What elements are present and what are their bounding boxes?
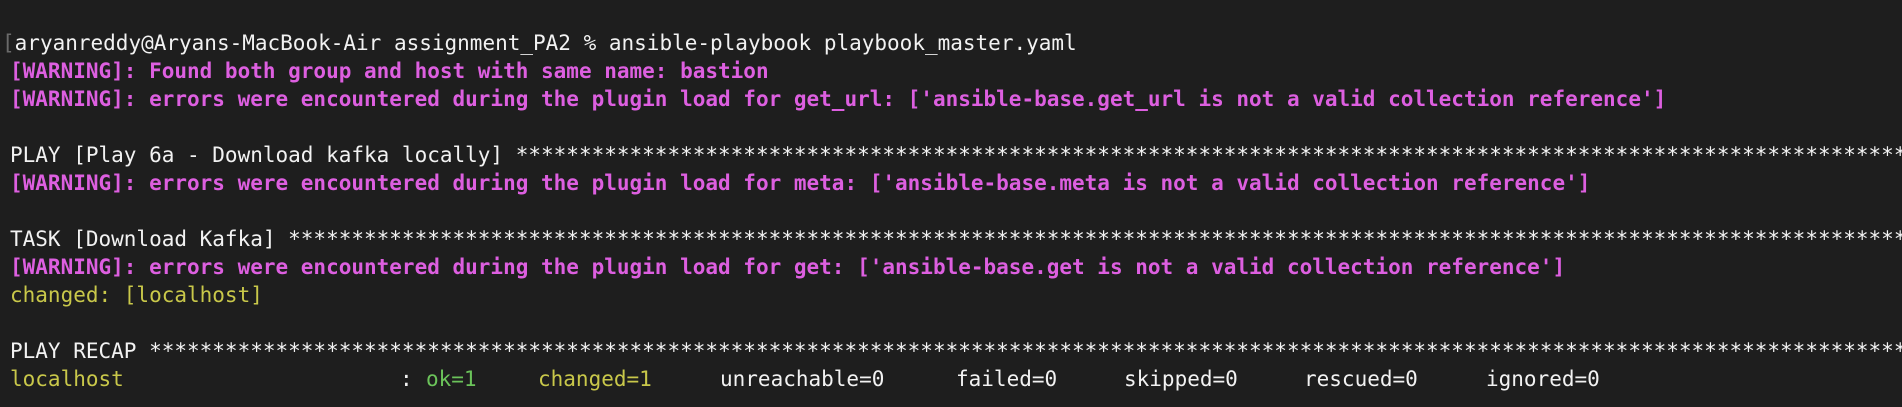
line-marker: [ xyxy=(2,31,15,55)
warning-line: [WARNING]: errors were encountered durin… xyxy=(10,255,1566,279)
recap-ignored: ignored=0 xyxy=(1486,367,1600,391)
play-header: PLAY [Play 6a - Download kafka locally] … xyxy=(10,143,1902,167)
recap-header: PLAY RECAP *****************************… xyxy=(10,339,1902,363)
prompt-line: [aryanreddy@Aryans-MacBook-Air assignmen… xyxy=(0,29,1902,57)
terminal-window[interactable]: [aryanreddy@Aryans-MacBook-Air assignmen… xyxy=(0,0,1902,407)
recap-failed: failed=0 xyxy=(956,367,1058,391)
recap-rescued: rescued=0 xyxy=(1304,367,1418,391)
changed-status-line: changed: [localhost] xyxy=(10,283,263,307)
recap-unreachable: unreachable=0 xyxy=(720,367,885,391)
recap-changed: changed=1 xyxy=(538,367,652,391)
recap-row: localhost: ok=1 changed=1 unreachable=0 fail… xyxy=(0,365,1902,393)
warning-line: [WARNING]: errors were encountered durin… xyxy=(10,171,1591,195)
recap-ok: ok=1 xyxy=(426,367,477,391)
recap-host: localhost xyxy=(10,367,124,391)
recap-separator: : xyxy=(400,367,413,391)
task-header: TASK [Download Kafka] ******************… xyxy=(10,227,1902,251)
recap-skipped: skipped=0 xyxy=(1124,367,1238,391)
warning-line: [WARNING]: errors were encountered durin… xyxy=(10,87,1667,111)
warning-line: [WARNING]: Found both group and host wit… xyxy=(10,59,769,83)
command-text: aryanreddy@Aryans-MacBook-Air assignment… xyxy=(14,31,1077,55)
